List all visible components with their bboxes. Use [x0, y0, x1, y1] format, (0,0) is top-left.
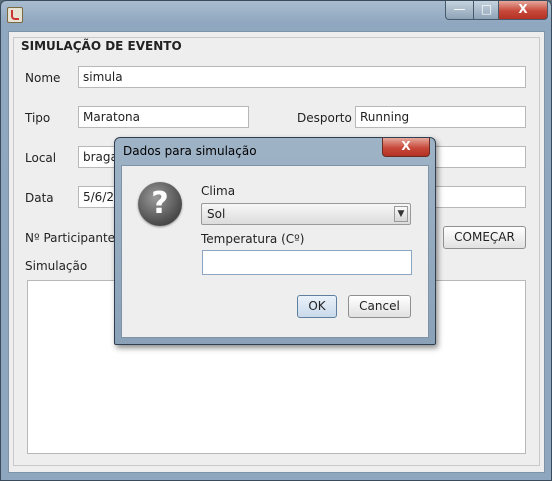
- minimize-button[interactable]: —: [445, 1, 474, 20]
- question-icon: ?: [138, 182, 182, 226]
- chevron-down-icon[interactable]: ▼: [394, 206, 408, 222]
- nome-field[interactable]: simula: [78, 66, 526, 88]
- nome-label: Nome: [25, 71, 61, 85]
- desporto-field[interactable]: Running: [355, 106, 526, 128]
- simulation-data-dialog: Dados para simulação X ? Clima Sol ▼ Tem…: [114, 137, 436, 345]
- data-label: Data: [25, 191, 54, 205]
- tipo-field[interactable]: Maratona: [78, 106, 249, 128]
- dialog-body: ? Clima Sol ▼ Temperatura (Cº) OK Cancel: [121, 165, 429, 338]
- temperatura-field[interactable]: [202, 250, 412, 275]
- simulacao-label: Simulação: [25, 259, 88, 273]
- desporto-label: Desporto: [297, 111, 352, 125]
- comecar-button[interactable]: COMEÇAR: [443, 226, 526, 249]
- dialog-close-button[interactable]: X: [382, 138, 430, 157]
- panel-title: SIMULAÇÃO DE EVENTO: [21, 39, 182, 53]
- maximize-button[interactable]: □: [473, 1, 500, 20]
- clima-selected-value: Sol: [207, 207, 226, 221]
- clima-label: Clima: [201, 184, 236, 198]
- local-label: Local: [25, 151, 57, 165]
- close-button[interactable]: X: [498, 1, 548, 20]
- dialog-title[interactable]: Dados para simulação: [123, 144, 257, 158]
- participantes-label: Nº Participantes: [25, 231, 122, 245]
- temperatura-label: Temperatura (Cº): [201, 232, 305, 246]
- clima-select[interactable]: Sol ▼: [201, 203, 411, 225]
- title-bar[interactable]: — □ X: [1, 1, 551, 25]
- tipo-label: Tipo: [25, 111, 51, 125]
- cancel-button[interactable]: Cancel: [348, 295, 411, 318]
- ok-button[interactable]: OK: [297, 295, 337, 318]
- java-cup-icon: [7, 7, 23, 23]
